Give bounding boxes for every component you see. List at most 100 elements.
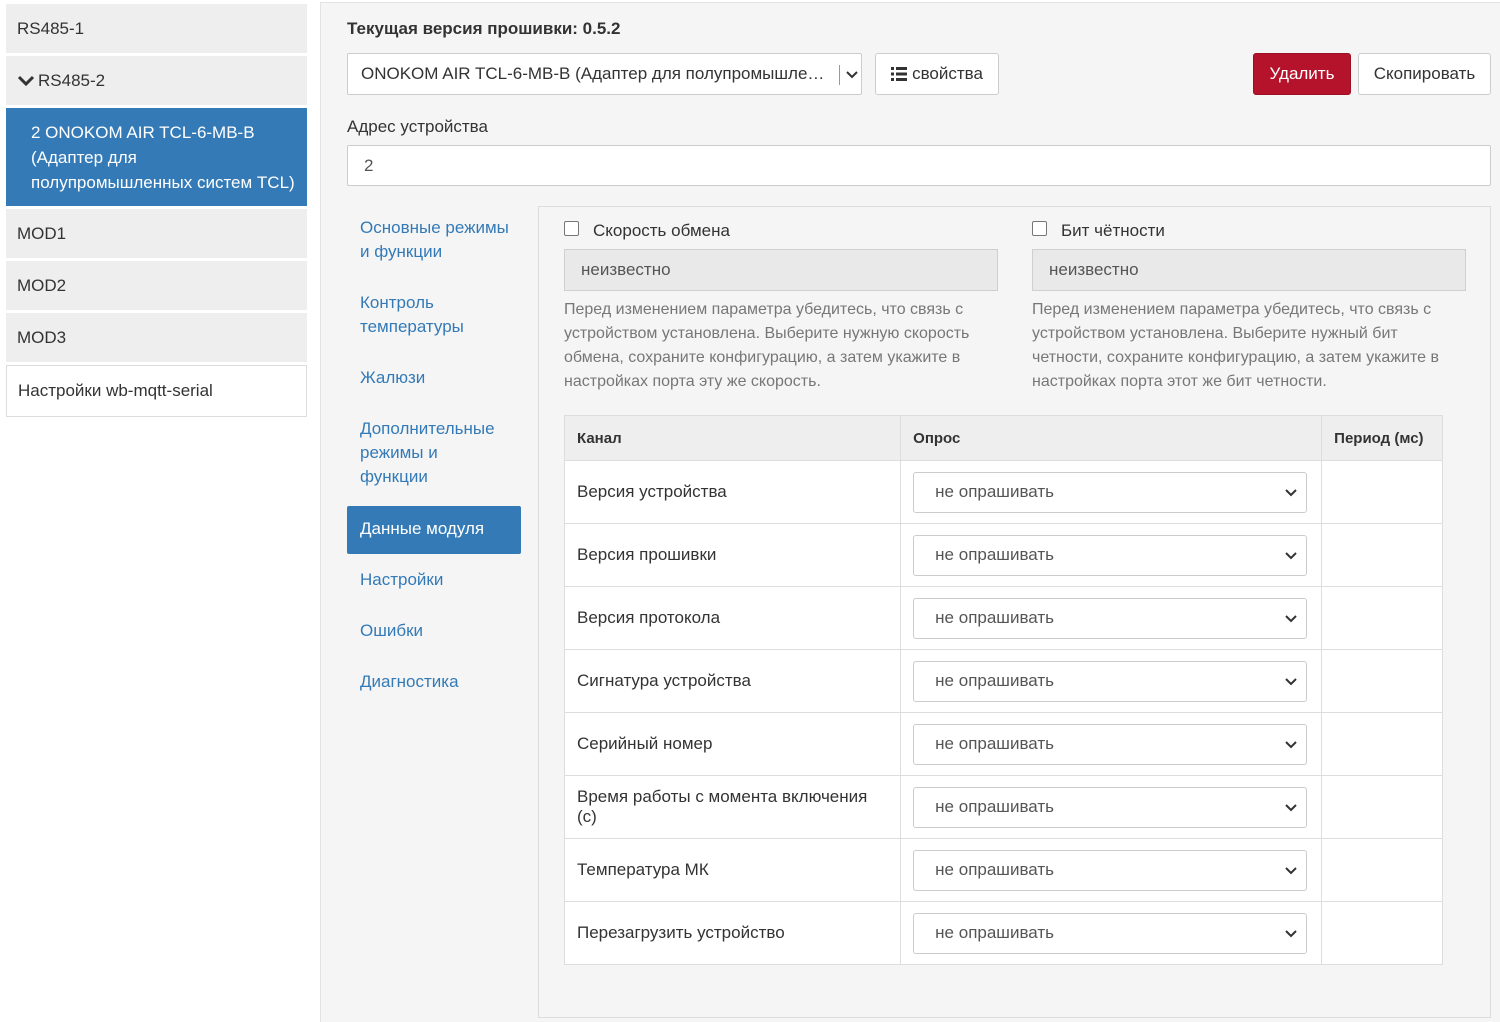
table-row: Серийный номер не опрашивать bbox=[563, 712, 1443, 776]
channel-name: Версия протокола bbox=[563, 586, 902, 650]
channel-name: Сигнатура устройства bbox=[563, 649, 902, 713]
tab-errors[interactable]: Ошибки bbox=[347, 619, 521, 643]
chevron-down-icon bbox=[1285, 803, 1297, 811]
sidebar-item-mod3[interactable]: MOD3 bbox=[6, 313, 307, 362]
poll-mode-select[interactable]: не опрашивать bbox=[913, 660, 1308, 702]
poll-mode-select[interactable]: не опрашивать bbox=[913, 534, 1308, 576]
properties-button[interactable]: свойства bbox=[875, 53, 999, 95]
poll-cell: не опрашивать bbox=[900, 712, 1323, 776]
baud-rate-label: Скорость обмена bbox=[593, 221, 730, 240]
poll-mode-value: не опрашивать bbox=[935, 797, 1055, 816]
sidebar-item-rs485-1[interactable]: RS485-1 bbox=[6, 4, 307, 53]
poll-cell: не опрашивать bbox=[900, 649, 1323, 713]
period-cell[interactable] bbox=[1321, 712, 1443, 776]
firmware-version-label: Текущая версия прошивки: 0.5.2 bbox=[347, 19, 621, 38]
module-data-panel: Скорость обмена неизвестно Перед изменен… bbox=[538, 206, 1491, 1018]
chevron-down-icon bbox=[1285, 488, 1297, 496]
poll-mode-value: не опрашивать bbox=[935, 671, 1055, 690]
channel-name: Температура МК bbox=[563, 838, 902, 902]
sidebar-item-rs485-2[interactable]: RS485-2 bbox=[6, 56, 307, 105]
tab-extra-modes[interactable]: Дополнительные режимы и функции bbox=[347, 417, 507, 489]
sidebar-item-settings[interactable]: Настройки wb-mqtt-serial bbox=[6, 365, 307, 417]
sidebar-item-label: Настройки wb-mqtt-serial bbox=[18, 381, 213, 400]
baud-rate-checkbox[interactable] bbox=[564, 221, 579, 236]
poll-cell: не опрашивать bbox=[900, 775, 1323, 839]
poll-mode-select[interactable]: не опрашивать bbox=[913, 723, 1308, 765]
tab-settings[interactable]: Настройки bbox=[347, 568, 521, 592]
list-icon bbox=[891, 67, 908, 81]
table-row: Версия устройства не опрашивать bbox=[563, 460, 1443, 524]
chevron-down-icon bbox=[1285, 677, 1297, 685]
poll-mode-value: не опрашивать bbox=[935, 608, 1055, 627]
period-cell[interactable] bbox=[1321, 649, 1443, 713]
column-header-poll: Опрос bbox=[900, 415, 1323, 461]
parity-label: Бит чётности bbox=[1061, 221, 1165, 240]
poll-cell: не опрашивать bbox=[900, 838, 1323, 902]
channel-name: Серийный номер bbox=[563, 712, 902, 776]
chevron-down-icon bbox=[1285, 740, 1297, 748]
device-address-label: Адрес устройства bbox=[347, 117, 488, 136]
poll-cell: не опрашивать bbox=[900, 460, 1323, 524]
poll-mode-select[interactable]: не опрашивать bbox=[913, 471, 1308, 513]
period-cell[interactable] bbox=[1321, 586, 1443, 650]
period-cell[interactable] bbox=[1321, 460, 1443, 524]
poll-mode-select[interactable]: не опрашивать bbox=[913, 912, 1308, 954]
poll-mode-select[interactable]: не опрашивать bbox=[913, 849, 1308, 891]
device-type-select[interactable]: ONOKOM AIR TCL-6-MB-B (Адаптер для полуп… bbox=[347, 53, 862, 95]
poll-mode-value: не опрашивать bbox=[935, 860, 1055, 879]
period-cell[interactable] bbox=[1321, 838, 1443, 902]
tab-basic-modes[interactable]: Основные режимы и функции bbox=[347, 216, 521, 264]
sidebar-item-label: RS485-1 bbox=[17, 18, 85, 38]
table-row: Перезагрузить устройство не опрашивать bbox=[563, 901, 1443, 965]
poll-cell: не опрашивать bbox=[900, 523, 1323, 587]
channel-name: Версия устройства bbox=[563, 460, 902, 524]
tab-louvers[interactable]: Жалюзи bbox=[347, 366, 521, 390]
poll-mode-select[interactable]: не опрашивать bbox=[913, 786, 1308, 828]
poll-cell: не опрашивать bbox=[900, 586, 1323, 650]
chevron-down-icon bbox=[1285, 614, 1297, 622]
period-cell[interactable] bbox=[1321, 901, 1443, 965]
sidebar-item-mod1[interactable]: MOD1 bbox=[6, 209, 307, 258]
device-type-value: ONOKOM AIR TCL-6-MB-B (Адаптер для полуп… bbox=[361, 64, 826, 83]
parity-field: неизвестно bbox=[1032, 249, 1466, 291]
sidebar-item-device[interactable]: 2 ONOKOM AIR TCL-6-MB-B (Адаптер для пол… bbox=[6, 108, 307, 206]
table-row: Время работы с момента включения (с) не о… bbox=[563, 775, 1443, 839]
poll-mode-select[interactable]: не опрашивать bbox=[913, 597, 1308, 639]
channel-name: Перезагрузить устройство bbox=[563, 901, 902, 965]
tab-module-data[interactable]: Данные модуля bbox=[347, 506, 521, 554]
table-row: Температура МК не опрашивать bbox=[563, 838, 1443, 902]
parity-checkbox[interactable] bbox=[1032, 221, 1047, 236]
tab-temperature-control[interactable]: Контроль температуры bbox=[347, 291, 521, 339]
sidebar-item-label: MOD2 bbox=[17, 275, 67, 295]
chevron-down-icon bbox=[1285, 866, 1297, 874]
poll-mode-value: не опрашивать bbox=[935, 482, 1055, 501]
chevron-down-icon bbox=[1285, 551, 1297, 559]
device-panel: Текущая версия прошивки: 0.5.2 ONOKOM AI… bbox=[320, 2, 1500, 1022]
poll-mode-value: не опрашивать bbox=[935, 734, 1055, 753]
sidebar-item-label: 2 ONOKOM AIR TCL-6-MB-B (Адаптер для пол… bbox=[31, 122, 295, 192]
sidebar-item-mod2[interactable]: MOD2 bbox=[6, 261, 307, 310]
baud-rate-help: Перед изменением параметра убедитесь, чт… bbox=[564, 301, 970, 390]
chevron-down-icon bbox=[1285, 929, 1297, 937]
period-cell[interactable] bbox=[1321, 775, 1443, 839]
table-row: Версия протокола не опрашивать bbox=[563, 586, 1443, 650]
device-address-input[interactable]: 2 bbox=[347, 145, 1491, 186]
table-row: Сигнатура устройства не опрашивать bbox=[563, 649, 1443, 713]
poll-mode-value: не опрашивать bbox=[935, 923, 1055, 942]
chevron-down-icon bbox=[18, 75, 34, 86]
delete-button[interactable]: Удалить bbox=[1253, 53, 1351, 95]
copy-button[interactable]: Скопировать bbox=[1358, 53, 1491, 95]
period-cell[interactable] bbox=[1321, 523, 1443, 587]
sidebar-item-label: MOD3 bbox=[17, 327, 67, 347]
table-row: Версия прошивки не опрашивать bbox=[563, 523, 1443, 587]
tab-diagnostics[interactable]: Диагностика bbox=[347, 670, 521, 694]
channel-name: Версия прошивки bbox=[563, 523, 902, 587]
poll-cell: не опрашивать bbox=[900, 901, 1323, 965]
channel-name: Время работы с момента включения (с) bbox=[563, 775, 902, 839]
baud-rate-field: неизвестно bbox=[564, 249, 998, 291]
sidebar-item-label: RS485-2 bbox=[38, 70, 106, 90]
poll-mode-value: не опрашивать bbox=[935, 545, 1055, 564]
column-header-period: Период (мс) bbox=[1321, 415, 1443, 461]
column-header-channel: Канал bbox=[563, 415, 902, 461]
select-separator bbox=[839, 65, 840, 85]
